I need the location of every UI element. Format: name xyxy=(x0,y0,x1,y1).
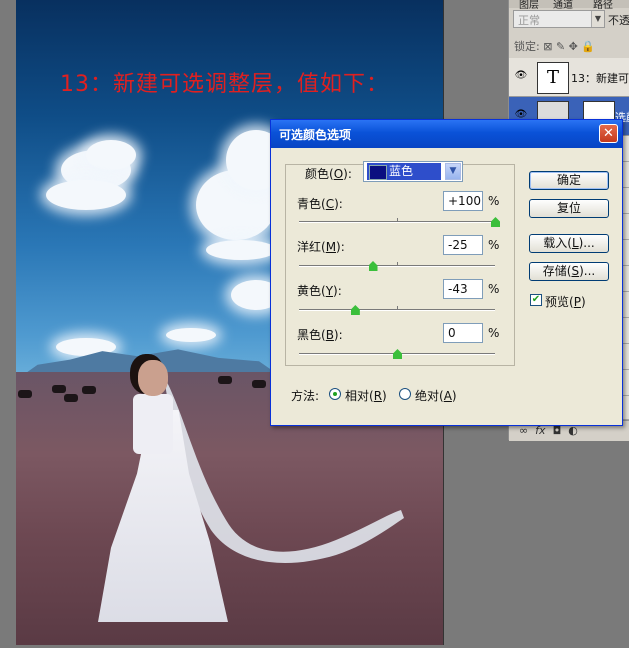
cyan-label: 青色(C): xyxy=(297,197,343,211)
lock-label: 锁定: xyxy=(514,40,540,53)
lock-all-icon[interactable]: 🔒 xyxy=(581,40,595,53)
magenta-unit: % xyxy=(488,238,500,252)
cow xyxy=(82,386,96,394)
method-label: 方法: xyxy=(291,389,320,403)
cyan-unit: % xyxy=(488,194,500,208)
colors-select[interactable]: 蓝色 ▼ xyxy=(363,161,463,182)
absolute-label: 绝对(A) xyxy=(415,389,457,403)
preview-checkbox[interactable]: ✔ xyxy=(530,294,542,306)
close-button[interactable]: ✕ xyxy=(599,124,618,143)
layer-row-text[interactable]: 👁 T 13：新建可 xyxy=(509,58,629,97)
layer-name: 13：新建可 xyxy=(571,72,629,85)
black-label: 黑色(B): xyxy=(297,328,343,342)
load-button[interactable]: 载入(L)... xyxy=(529,234,609,253)
cow xyxy=(18,390,32,398)
yellow-label: 黄色(Y): xyxy=(297,284,342,298)
cloud xyxy=(46,180,126,210)
ok-button[interactable]: 确定 xyxy=(529,171,609,190)
absolute-radio[interactable] xyxy=(399,388,411,400)
black-input[interactable]: 0 xyxy=(443,323,483,343)
lock-transparent-icon[interactable]: ⊠ xyxy=(543,40,552,53)
blend-mode-select[interactable]: 正常 ▼ xyxy=(513,10,605,28)
magenta-input[interactable]: -25 xyxy=(443,235,483,255)
cow xyxy=(64,394,78,402)
yellow-input[interactable]: -43 xyxy=(443,279,483,299)
dialog-titlebar[interactable]: 可选颜色选项 ✕ xyxy=(271,120,622,148)
bride-torso xyxy=(133,394,173,454)
cyan-slider-track[interactable] xyxy=(299,218,495,223)
relative-radio[interactable] xyxy=(329,388,341,400)
yellow-slider-track[interactable] xyxy=(299,306,495,311)
bride-head xyxy=(138,360,168,396)
eye-icon[interactable]: 👁 xyxy=(513,70,529,82)
cow xyxy=(52,385,66,393)
text-layer-thumbnail: T xyxy=(537,62,569,94)
checkmark-icon: ✔ xyxy=(531,294,541,305)
yellow-unit: % xyxy=(488,282,500,296)
save-button[interactable]: 存储(S)... xyxy=(529,262,609,281)
lock-row: 锁定: ⊠ ✎ ✥ 🔒 xyxy=(514,38,595,54)
reset-button[interactable]: 复位 xyxy=(529,199,609,218)
blend-mode-value: 正常 xyxy=(518,14,540,27)
tutorial-caption: 13：新建可选调整层，值如下： xyxy=(60,72,389,97)
close-icon: ✕ xyxy=(603,126,614,141)
cloud xyxy=(166,328,216,342)
magenta-slider-track[interactable] xyxy=(299,262,495,267)
lock-position-icon[interactable]: ✥ xyxy=(569,40,578,53)
lock-image-icon[interactable]: ✎ xyxy=(556,40,565,53)
black-unit: % xyxy=(488,326,500,340)
cloud xyxy=(206,240,276,260)
colors-select-value: 蓝色 xyxy=(367,163,441,180)
cyan-input[interactable]: +100 xyxy=(443,191,483,211)
dialog-title: 可选颜色选项 xyxy=(279,128,352,142)
chevron-down-icon: ▼ xyxy=(591,11,604,27)
selective-color-dialog: 可选颜色选项 ✕ 颜色(O): 蓝色 ▼ 青色(C): +100 % 洋红(M)… xyxy=(270,119,623,426)
color-swatch xyxy=(369,165,387,180)
relative-label: 相对(R) xyxy=(345,389,387,403)
left-margin xyxy=(0,0,16,648)
opacity-label: 不透 xyxy=(608,14,629,27)
chevron-down-icon[interactable]: ▼ xyxy=(445,163,461,180)
magenta-label: 洋红(M): xyxy=(297,240,345,254)
preview-label: 预览(P) xyxy=(545,295,586,309)
panel-tabs: 图层 通道 路径 xyxy=(509,0,629,11)
colors-label: 颜色(O): xyxy=(305,167,352,181)
cloud xyxy=(86,140,136,170)
